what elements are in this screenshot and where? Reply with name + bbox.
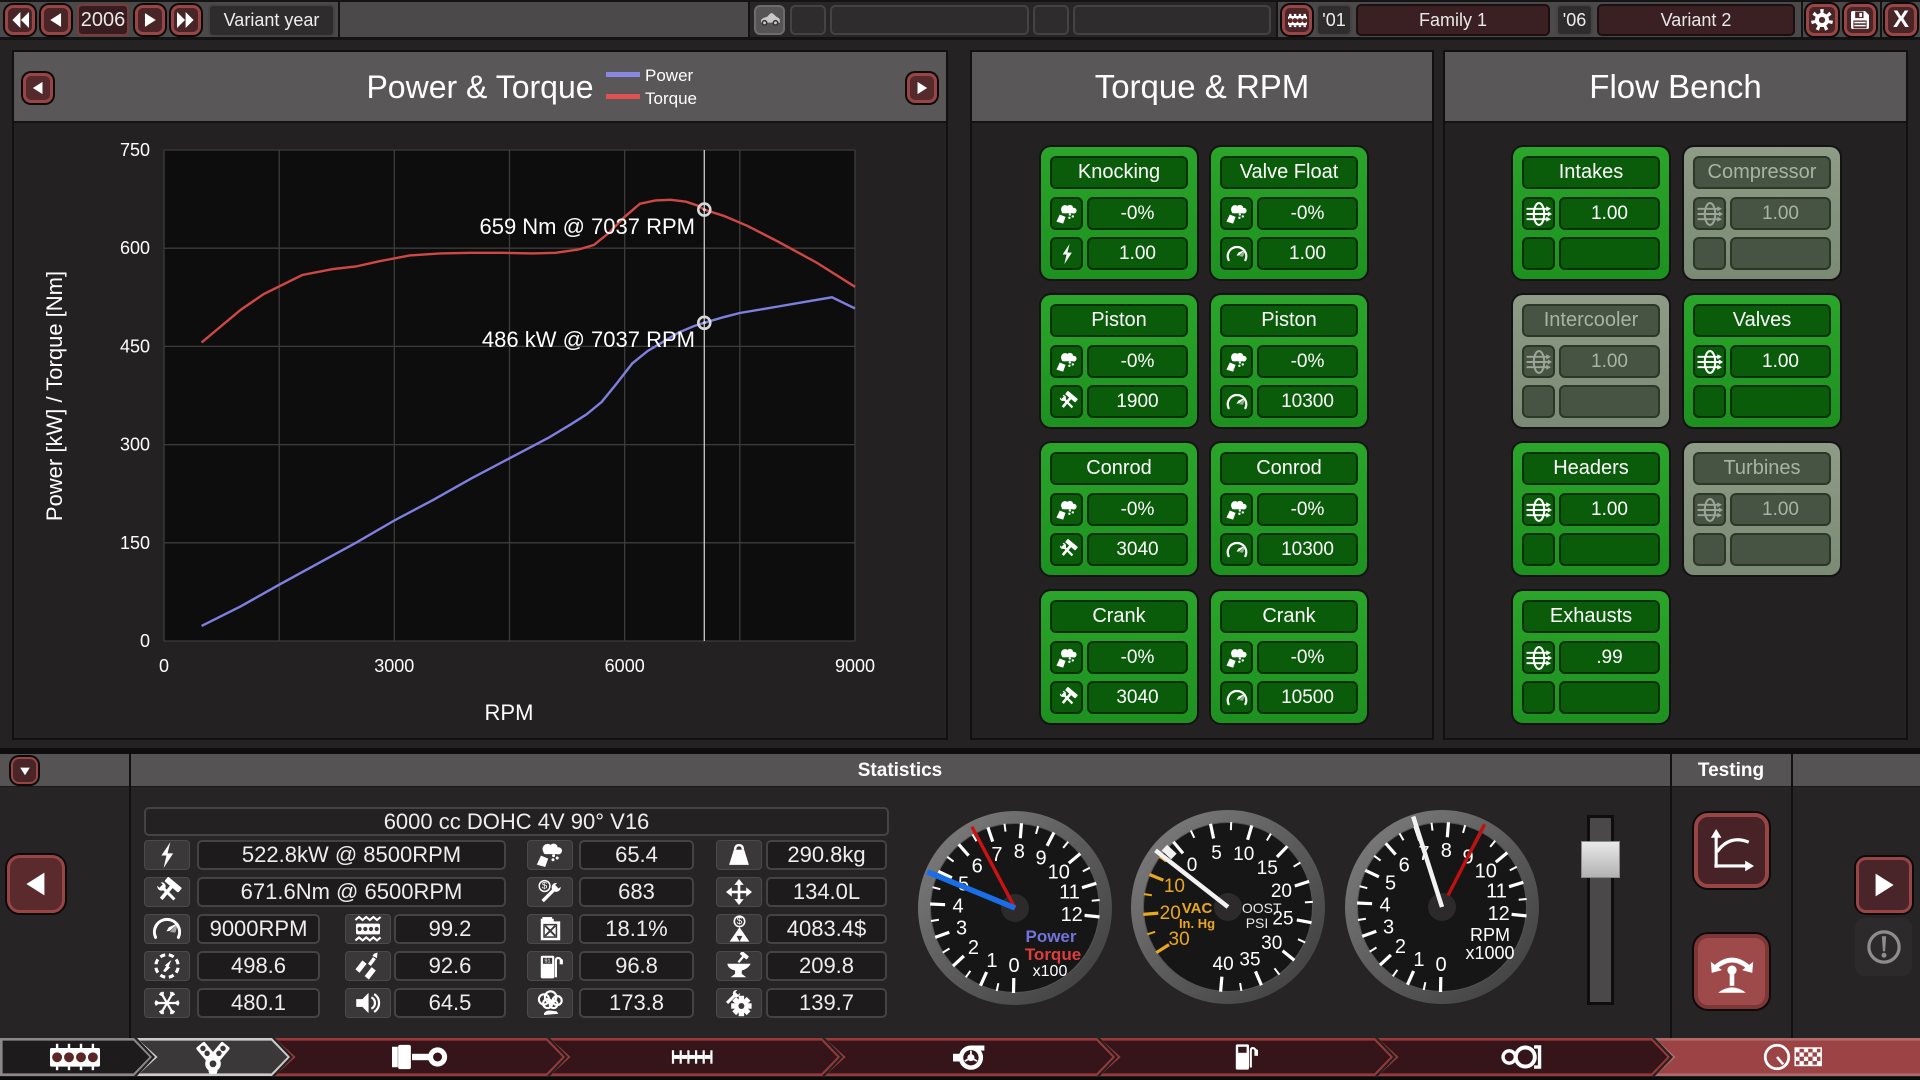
svg-text:600: 600 (120, 238, 150, 258)
svg-text:486 kW @ 7037 RPM: 486 kW @ 7037 RPM (482, 327, 695, 352)
svg-text:750: 750 (120, 140, 150, 160)
svg-text:91: 91 (544, 958, 550, 964)
svg-text:450: 450 (120, 336, 150, 356)
svg-text:150: 150 (120, 533, 150, 553)
svg-text:0: 0 (159, 656, 169, 676)
svg-text:3000: 3000 (374, 656, 414, 676)
svg-text:RPM: RPM (485, 700, 534, 725)
svg-text:0: 0 (140, 631, 150, 651)
svg-text:300: 300 (120, 435, 150, 455)
svg-text:$: $ (542, 880, 548, 891)
svg-text:Power [kW] / Torque [Nm]: Power [kW] / Torque [Nm] (42, 271, 67, 521)
svg-text:6000: 6000 (605, 656, 645, 676)
svg-text:$: $ (736, 915, 742, 926)
svg-text:9000: 9000 (835, 656, 875, 676)
svg-text:659 Nm @ 7037 RPM: 659 Nm @ 7037 RPM (479, 214, 695, 239)
